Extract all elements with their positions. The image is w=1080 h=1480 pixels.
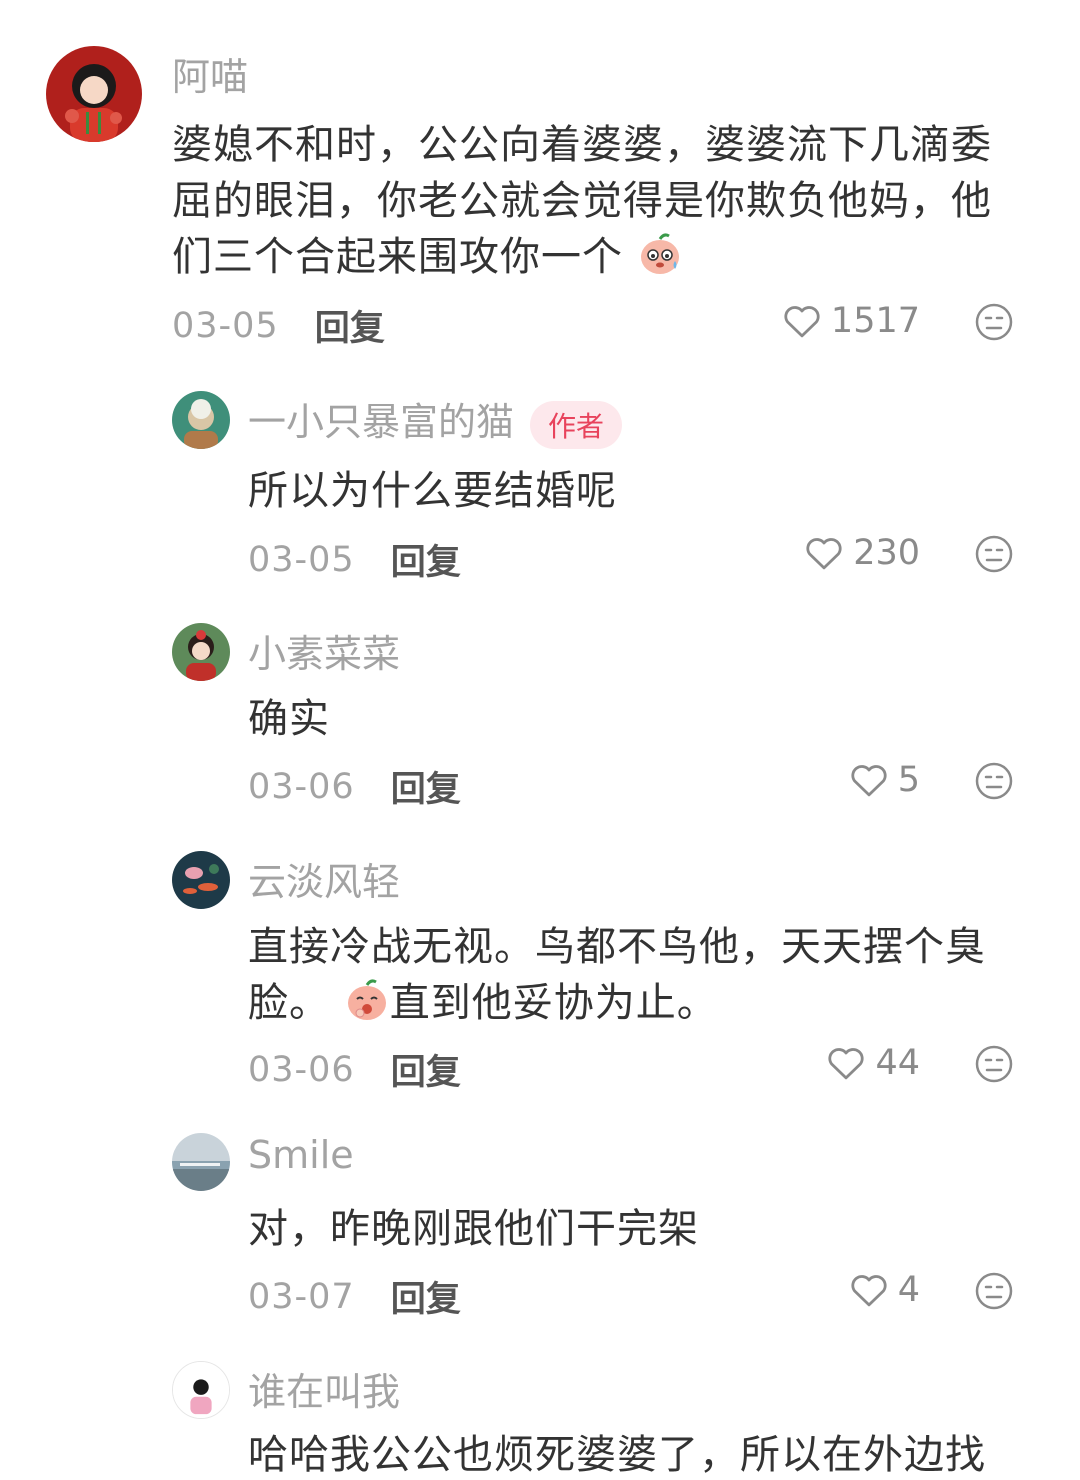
avatar[interactable] <box>172 1133 230 1191</box>
comment-author-name: 一小只暴富的猫 <box>248 400 515 444</box>
heart-outline-icon <box>851 1275 887 1307</box>
reply-button[interactable]: 回复 <box>391 1044 461 1095</box>
avatar[interactable] <box>172 391 230 449</box>
meh-face-icon[interactable] <box>974 534 1014 574</box>
comment-author[interactable]: 小素菜菜 <box>248 623 400 678</box>
heart-outline-icon <box>784 306 820 338</box>
comment-meta: 03-06 回复 <box>248 1044 461 1095</box>
comment-meta: 03-05 回复 <box>248 534 461 585</box>
comment-meta: 03-07 回复 <box>248 1271 461 1322</box>
reply-button[interactable]: 回复 <box>315 300 385 351</box>
comment-author[interactable]: 一小只暴富的猫 作者 <box>248 391 623 449</box>
comment-text-segment: 脸。 <box>248 980 330 1026</box>
comment-text-segment: 直到他妥协为止。 <box>389 980 718 1026</box>
comment-date: 03-05 <box>172 305 279 346</box>
comment-text-line: 确实 <box>248 696 330 742</box>
meh-face-icon[interactable] <box>974 1271 1014 1311</box>
heart-outline-icon <box>828 1048 864 1080</box>
comment-date: 03-07 <box>248 1276 355 1317</box>
comment-author[interactable]: 云淡风轻 <box>248 851 400 906</box>
heart-outline-icon <box>806 538 842 570</box>
reply-button[interactable]: 回复 <box>391 1271 461 1322</box>
comment-text-line: 哈哈我公公也烦死婆婆了，所以在外边找 <box>248 1432 986 1478</box>
comment-text-line: 脸。 直到他妥协为止。 <box>248 970 718 1033</box>
like-count: 5 <box>897 760 920 800</box>
like-button[interactable]: 4 <box>848 1269 920 1311</box>
comment-date: 03-06 <box>248 1049 355 1090</box>
like-button[interactable]: 1517 <box>781 300 920 342</box>
comment-text-line: 屈的眼泪，你老公就会觉得是你欺负他妈，他 <box>172 178 992 224</box>
comment-author[interactable]: Smile <box>248 1133 354 1177</box>
comment-author[interactable]: 谁在叫我 <box>248 1361 400 1416</box>
comment-text-line: 所以为什么要结婚呢 <box>248 468 617 514</box>
avatar[interactable] <box>46 46 142 142</box>
comment-text-line: 对，昨晚刚跟他们干完架 <box>248 1206 699 1252</box>
like-button[interactable]: 44 <box>825 1042 920 1084</box>
comment-meta: 03-05 回复 <box>172 300 385 351</box>
comment-text-segment: 们三个合起来围攻你一个 <box>172 234 623 280</box>
heart-outline-icon <box>851 765 887 797</box>
comment-author[interactable]: 阿喵 <box>172 46 248 101</box>
comment-date: 03-06 <box>248 766 355 807</box>
like-count: 44 <box>875 1043 920 1083</box>
comment-text-line: 们三个合起来围攻你一个 <box>172 224 683 287</box>
like-count: 1517 <box>830 301 920 341</box>
comment-text-line: 婆媳不和时，公公向着婆婆，婆婆流下几滴委 <box>172 122 992 168</box>
like-count: 4 <box>897 1270 920 1310</box>
avatar[interactable] <box>172 1361 230 1419</box>
comment-meta: 03-06 回复 <box>248 761 461 812</box>
meh-face-icon[interactable] <box>974 302 1014 342</box>
avatar[interactable] <box>172 623 230 681</box>
like-button[interactable]: 230 <box>803 532 920 574</box>
peach-emoji-icon <box>637 231 683 287</box>
meh-face-icon[interactable] <box>974 761 1014 801</box>
like-count: 230 <box>853 533 920 573</box>
reply-button[interactable]: 回复 <box>391 761 461 812</box>
meh-face-icon[interactable] <box>974 1044 1014 1084</box>
avatar[interactable] <box>172 851 230 909</box>
author-badge: 作者 <box>530 400 623 449</box>
peach-emoji-icon <box>344 977 390 1033</box>
reply-button[interactable]: 回复 <box>391 534 461 585</box>
comment-date: 03-05 <box>248 539 355 580</box>
comment-text-line: 直接冷战无视。鸟都不鸟他，天天摆个臭 <box>248 924 986 970</box>
like-button[interactable]: 5 <box>848 759 920 801</box>
